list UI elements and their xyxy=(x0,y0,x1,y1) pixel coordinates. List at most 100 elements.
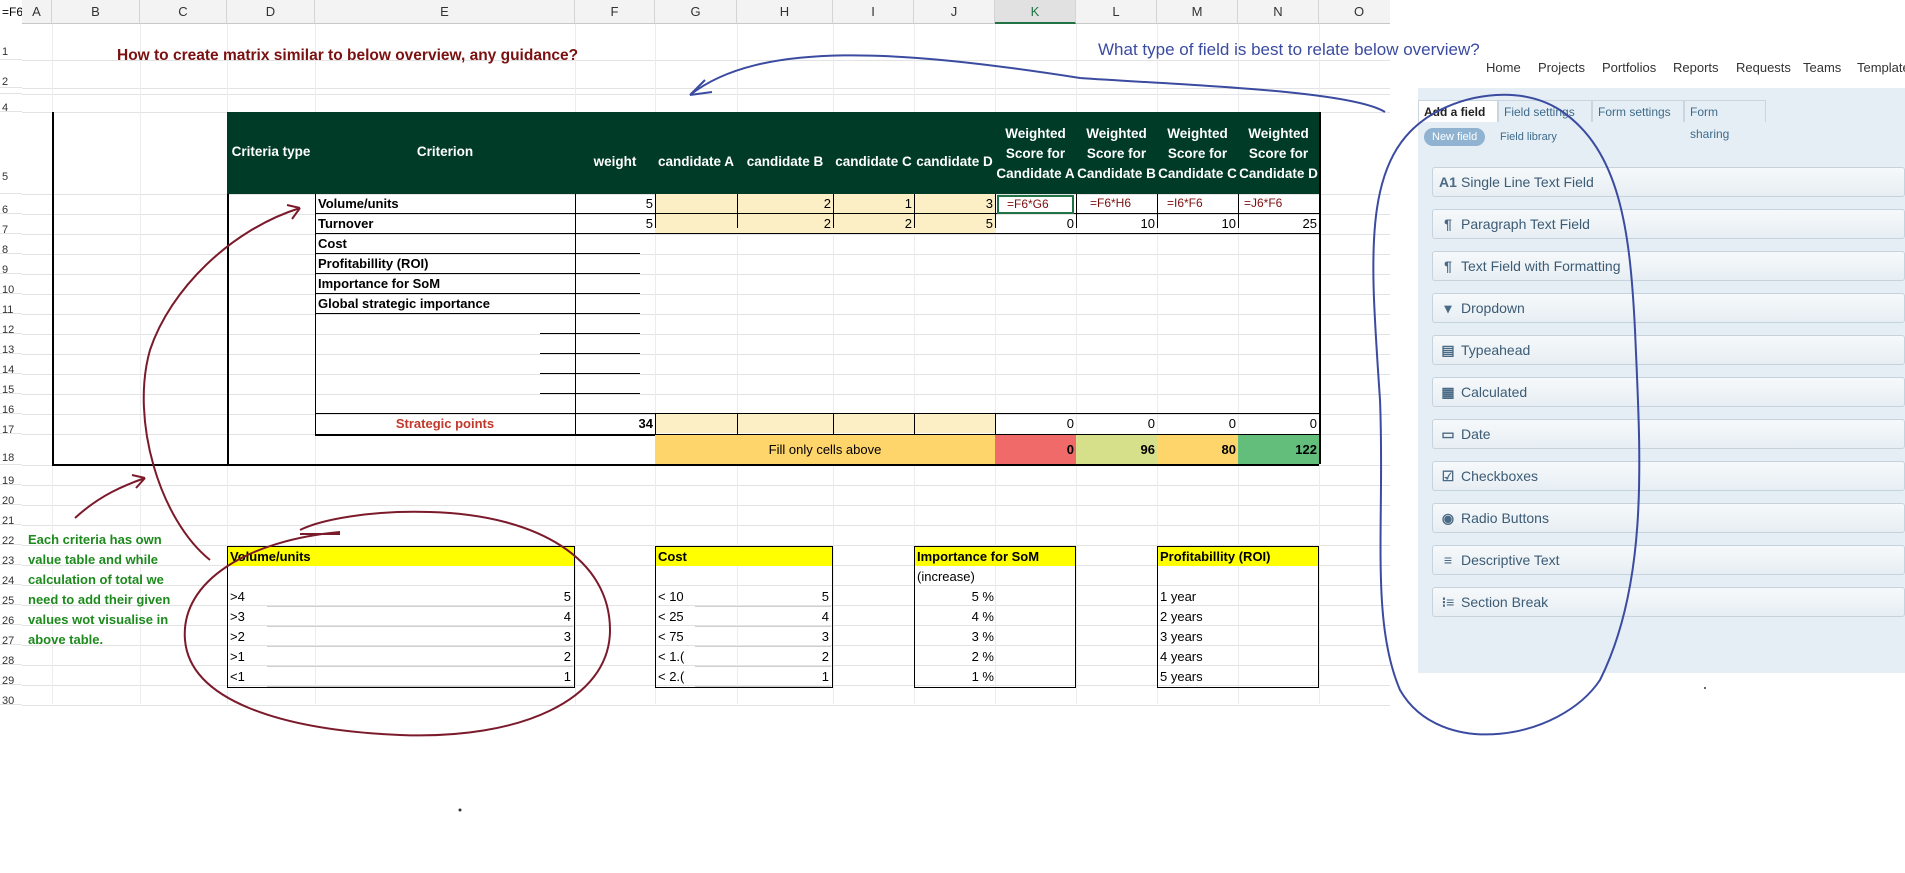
row-header[interactable]: 21 xyxy=(0,505,22,527)
formula-cell[interactable]: =F6*H6 xyxy=(1090,194,1131,213)
row-header[interactable]: 15 xyxy=(0,374,22,396)
value-table-value[interactable]: 4 xyxy=(227,607,571,626)
column-header-o[interactable]: O xyxy=(1319,0,1390,24)
nav-portfolios[interactable]: Portfolios xyxy=(1602,60,1656,75)
column-header-j[interactable]: J xyxy=(914,0,995,24)
roi-value[interactable]: 1 year xyxy=(1160,587,1196,606)
row-header[interactable]: 27 xyxy=(0,625,22,647)
row-header[interactable]: 18 xyxy=(0,434,22,465)
total-d[interactable]: 122 xyxy=(1238,435,1319,464)
row-header[interactable]: 4 xyxy=(0,94,22,114)
field-calculated[interactable]: ▦ Calculated xyxy=(1432,377,1905,407)
roi-value[interactable]: 4 years xyxy=(1160,647,1203,666)
weight-total[interactable]: 34 xyxy=(575,414,653,433)
row-header[interactable]: 13 xyxy=(0,334,22,356)
row-header[interactable]: 26 xyxy=(0,605,22,627)
field-paragraph-text-field[interactable]: ¶ Paragraph Text Field xyxy=(1432,209,1905,239)
value-table-value[interactable]: 5 xyxy=(655,587,829,606)
new-field-pill[interactable]: New field xyxy=(1424,128,1486,146)
field-text-field-with-formatting[interactable]: ¶ Text Field with Formatting xyxy=(1432,251,1905,281)
som-value[interactable]: 3 % xyxy=(914,627,994,646)
value-table-value[interactable]: 3 xyxy=(227,627,571,646)
row-header[interactable]: 2 xyxy=(0,60,22,88)
score-cell[interactable]: 2 xyxy=(833,214,912,233)
score-cell[interactable]: 5 xyxy=(914,214,993,233)
weighted-cell[interactable]: 10 xyxy=(1076,214,1155,233)
value-table-value[interactable]: 5 xyxy=(227,587,571,606)
row-header[interactable]: 30 xyxy=(0,685,22,707)
column-header-m[interactable]: M xyxy=(1157,0,1238,24)
roi-value[interactable]: 3 years xyxy=(1160,627,1203,646)
field-single-line-text-field[interactable]: A1 Single Line Text Field xyxy=(1432,167,1905,197)
field-section-break[interactable]: ⁝≡ Section Break xyxy=(1432,587,1905,617)
roi-value[interactable]: 5 years xyxy=(1160,667,1203,686)
column-header-b[interactable]: B xyxy=(52,0,140,24)
row-header[interactable]: 12 xyxy=(0,314,22,336)
som-value[interactable]: 5 % xyxy=(914,587,994,606)
formula-cell[interactable]: =J6*F6 xyxy=(1244,194,1282,213)
row-header[interactable]: 19 xyxy=(0,465,22,487)
row-header[interactable]: 1 xyxy=(0,24,22,60)
nav-teams[interactable]: Teams xyxy=(1803,60,1841,75)
weighted-total[interactable]: 0 xyxy=(1157,414,1236,433)
column-header-h[interactable]: H xyxy=(737,0,833,24)
weighted-cell[interactable]: 25 xyxy=(1238,214,1317,233)
row-header[interactable]: 14 xyxy=(0,354,22,376)
som-value[interactable]: 4 % xyxy=(914,607,994,626)
field-radio-buttons[interactable]: ◉ Radio Buttons xyxy=(1432,503,1905,533)
column-header-l[interactable]: L xyxy=(1076,0,1157,24)
value-table-value[interactable]: 4 xyxy=(655,607,829,626)
score-cell[interactable]: 2 xyxy=(737,214,831,233)
formula-cell[interactable]: =F6*G6 xyxy=(997,195,1074,214)
field-descriptive-text[interactable]: ≡ Descriptive Text xyxy=(1432,545,1905,575)
value-table-value[interactable]: 2 xyxy=(227,647,571,666)
roi-value[interactable]: 2 years xyxy=(1160,607,1203,626)
row-header[interactable]: 8 xyxy=(0,234,22,256)
row-header[interactable]: 6 xyxy=(0,194,22,216)
input-cell[interactable] xyxy=(914,414,995,433)
input-cell[interactable] xyxy=(737,414,833,433)
row-header[interactable]: 20 xyxy=(0,485,22,507)
tab-form-sharing[interactable]: Form sharing xyxy=(1684,100,1766,141)
tab-add-a-field[interactable]: Add a field xyxy=(1418,100,1498,122)
column-header-a[interactable]: A xyxy=(22,0,52,24)
row-header[interactable]: 29 xyxy=(0,665,22,687)
column-header-f[interactable]: F xyxy=(575,0,655,24)
value-table-value[interactable]: 3 xyxy=(655,627,829,646)
nav-templates[interactable]: Templates xyxy=(1857,60,1905,75)
column-header-k[interactable]: K xyxy=(995,0,1076,24)
row-header[interactable]: 7 xyxy=(0,214,22,236)
som-value[interactable]: 1 % xyxy=(914,667,994,686)
column-header-n[interactable]: N xyxy=(1238,0,1319,24)
value-table-value[interactable]: 1 xyxy=(227,667,571,686)
value-table-value[interactable]: 1 xyxy=(655,667,829,686)
input-cell[interactable] xyxy=(655,194,737,213)
nav-home[interactable]: Home xyxy=(1486,60,1521,75)
row-header[interactable]: 11 xyxy=(0,294,22,316)
row-header[interactable]: 17 xyxy=(0,414,22,436)
row-header[interactable]: 23 xyxy=(0,545,22,567)
value-table-value[interactable]: 2 xyxy=(655,647,829,666)
total-c[interactable]: 80 xyxy=(1157,435,1238,464)
input-cell[interactable] xyxy=(655,414,737,433)
row-header[interactable]: 22 xyxy=(0,525,22,547)
weighted-total[interactable]: 0 xyxy=(1076,414,1155,433)
field-dropdown[interactable]: ▾ Dropdown xyxy=(1432,293,1905,323)
tab-field-settings[interactable]: Field settings xyxy=(1498,100,1592,122)
field-checkboxes[interactable]: ☑ Checkboxes xyxy=(1432,461,1905,491)
weight-cell[interactable]: 5 xyxy=(575,214,653,233)
input-cell[interactable] xyxy=(833,414,914,433)
weighted-cell[interactable]: 10 xyxy=(1157,214,1236,233)
field-typeahead[interactable]: ▤ Typeahead xyxy=(1432,335,1905,365)
weighted-cell[interactable]: 0 xyxy=(995,214,1074,233)
nav-reports[interactable]: Reports xyxy=(1673,60,1719,75)
spreadsheet[interactable]: =F6*G6 A B C D E F G H I J K L M N O 124… xyxy=(0,0,1390,873)
weight-cell[interactable]: 5 xyxy=(575,194,653,213)
nav-projects[interactable]: Projects xyxy=(1538,60,1585,75)
score-cell[interactable]: 1 xyxy=(833,194,912,213)
column-header-c[interactable]: C xyxy=(140,0,227,24)
column-header-d[interactable]: D xyxy=(227,0,315,24)
total-a[interactable]: 0 xyxy=(995,435,1076,464)
row-header[interactable]: 16 xyxy=(0,394,22,416)
weighted-total[interactable]: 0 xyxy=(1238,414,1317,433)
